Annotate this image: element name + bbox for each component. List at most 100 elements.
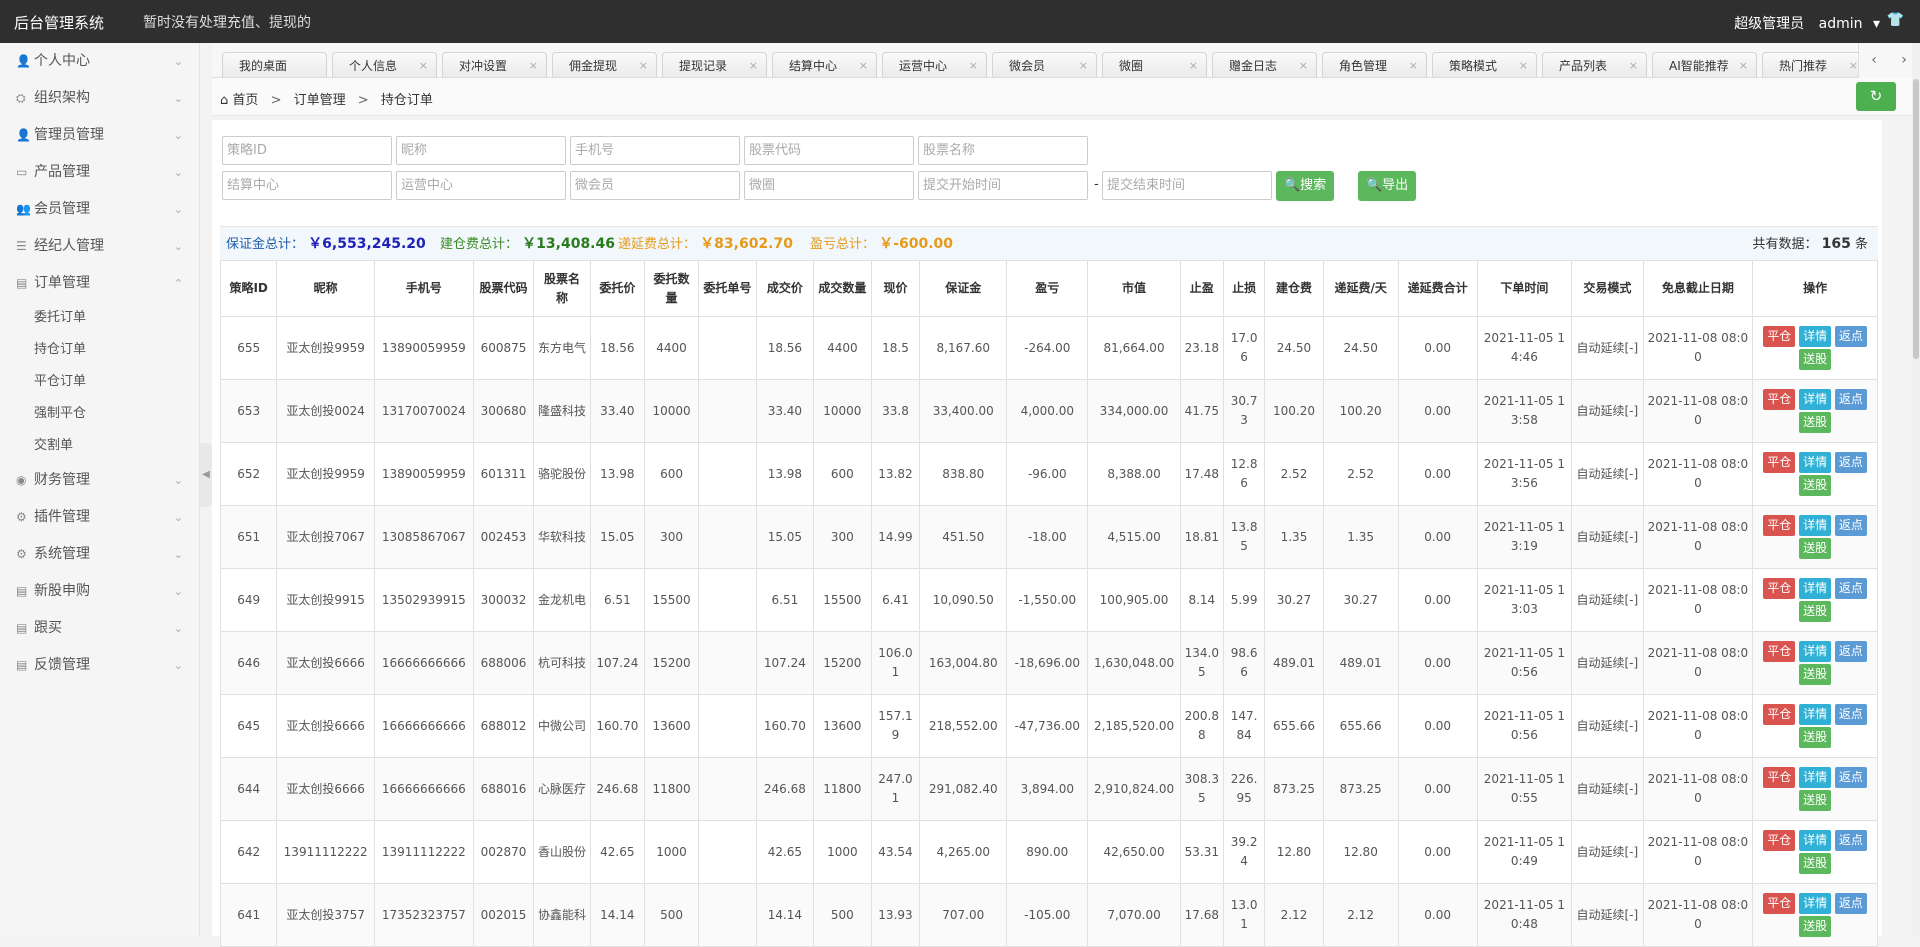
- sidebar-subitem[interactable]: 平仓订单: [0, 366, 199, 398]
- close-position-button[interactable]: 平仓: [1763, 767, 1796, 788]
- operation-center-input[interactable]: 运营中心: [396, 171, 566, 200]
- close-icon[interactable]: ×: [1629, 53, 1638, 77]
- gift-shares-button[interactable]: 送股: [1799, 664, 1832, 685]
- sidebar-item[interactable]: ▤ 反馈管理 ⌄: [0, 647, 199, 684]
- sidebar-item[interactable]: ▤ 订单管理 ⌃: [0, 265, 199, 302]
- sidebar-item[interactable]: ⚙ 插件管理 ⌄: [0, 499, 199, 536]
- tab-item[interactable]: 佣金提现 ×: [552, 52, 657, 77]
- tab-item[interactable]: AI智能推荐 ×: [1652, 52, 1757, 77]
- close-position-button[interactable]: 平仓: [1763, 452, 1796, 473]
- sidebar-item[interactable]: ▤ 新股申购 ⌄: [0, 573, 199, 610]
- gift-shares-button[interactable]: 送股: [1799, 916, 1832, 937]
- close-icon[interactable]: ×: [1079, 53, 1088, 77]
- close-icon[interactable]: ×: [859, 53, 868, 77]
- sidebar-subitem[interactable]: 强制平仓: [0, 398, 199, 430]
- rebate-button[interactable]: 返点: [1834, 893, 1867, 914]
- search-button[interactable]: 🔍搜索: [1276, 171, 1335, 201]
- tab-item[interactable]: 微圈 ×: [1102, 52, 1207, 77]
- phone-input[interactable]: 手机号: [570, 136, 740, 165]
- sidebar-item[interactable]: ⛭ 组织架构 ⌄: [0, 80, 199, 117]
- rebate-button[interactable]: 返点: [1834, 641, 1867, 662]
- tab-item[interactable]: 热门推荐 ×: [1762, 52, 1867, 77]
- gift-shares-button[interactable]: 送股: [1799, 601, 1832, 622]
- rebate-button[interactable]: 返点: [1834, 767, 1867, 788]
- close-icon[interactable]: ×: [1409, 53, 1418, 77]
- detail-button[interactable]: 详情: [1799, 326, 1832, 347]
- close-icon[interactable]: ×: [969, 53, 978, 77]
- close-icon[interactable]: ×: [639, 53, 648, 77]
- close-position-button[interactable]: 平仓: [1763, 893, 1796, 914]
- sidebar-item[interactable]: 👤 管理员管理 ⌄: [0, 117, 199, 154]
- tab-item[interactable]: 角色管理 ×: [1322, 52, 1427, 77]
- tab-item[interactable]: 对冲设置 ×: [442, 52, 547, 77]
- detail-button[interactable]: 详情: [1799, 389, 1832, 410]
- settlement-center-input[interactable]: 结算中心: [222, 171, 392, 200]
- page-scrollbar[interactable]: [1912, 43, 1920, 936]
- start-time-input[interactable]: 提交开始时间: [918, 171, 1088, 200]
- breadcrumb-home[interactable]: 首页: [232, 93, 258, 108]
- gift-shares-button[interactable]: 送股: [1799, 727, 1832, 748]
- scrollbar-thumb[interactable]: [1913, 79, 1919, 359]
- detail-button[interactable]: 详情: [1799, 704, 1832, 725]
- rebate-button[interactable]: 返点: [1834, 326, 1867, 347]
- close-icon[interactable]: ×: [1519, 53, 1528, 77]
- tab-prev-icon[interactable]: ‹: [1859, 43, 1889, 78]
- detail-button[interactable]: 详情: [1799, 767, 1832, 788]
- close-position-button[interactable]: 平仓: [1763, 515, 1796, 536]
- close-position-button[interactable]: 平仓: [1763, 830, 1796, 851]
- tab-item[interactable]: 我的桌面: [222, 52, 327, 77]
- export-button[interactable]: 🔍导出: [1358, 171, 1417, 201]
- close-position-button[interactable]: 平仓: [1763, 578, 1796, 599]
- rebate-button[interactable]: 返点: [1834, 578, 1867, 599]
- sidebar-item[interactable]: ◉ 财务管理 ⌄: [0, 462, 199, 499]
- close-icon[interactable]: ×: [529, 53, 538, 77]
- rebate-button[interactable]: 返点: [1834, 830, 1867, 851]
- strategy-id-input[interactable]: 策略ID: [222, 136, 392, 165]
- gift-shares-button[interactable]: 送股: [1799, 790, 1832, 811]
- tab-item[interactable]: 个人信息 ×: [332, 52, 437, 77]
- close-position-button[interactable]: 平仓: [1763, 641, 1796, 662]
- rebate-button[interactable]: 返点: [1834, 452, 1867, 473]
- rebate-button[interactable]: 返点: [1834, 515, 1867, 536]
- close-icon[interactable]: ×: [1189, 53, 1198, 77]
- detail-button[interactable]: 详情: [1799, 893, 1832, 914]
- tab-item[interactable]: 结算中心 ×: [772, 52, 877, 77]
- detail-button[interactable]: 详情: [1799, 830, 1832, 851]
- close-icon[interactable]: ×: [749, 53, 758, 77]
- sidebar-item[interactable]: ▭ 产品管理 ⌄: [0, 154, 199, 191]
- tab-item[interactable]: 产品列表 ×: [1542, 52, 1647, 77]
- tab-item[interactable]: 赠金日志 ×: [1212, 52, 1317, 77]
- gift-shares-button[interactable]: 送股: [1799, 853, 1832, 874]
- rebate-button[interactable]: 返点: [1834, 389, 1867, 410]
- detail-button[interactable]: 详情: [1799, 452, 1832, 473]
- sidebar-item[interactable]: ⚙ 系统管理 ⌄: [0, 536, 199, 573]
- detail-button[interactable]: 详情: [1799, 515, 1832, 536]
- micro-member-input[interactable]: 微会员: [570, 171, 740, 200]
- sidebar-subitem[interactable]: 持仓订单: [0, 334, 199, 366]
- sidebar-subitem[interactable]: 委托订单: [0, 302, 199, 334]
- rebate-button[interactable]: 返点: [1834, 704, 1867, 725]
- tab-item[interactable]: 运营中心 ×: [882, 52, 987, 77]
- breadcrumb-order-management[interactable]: 订单管理: [294, 93, 346, 108]
- gift-shares-button[interactable]: 送股: [1799, 475, 1832, 496]
- end-time-input[interactable]: 提交结束时间: [1102, 171, 1272, 200]
- detail-button[interactable]: 详情: [1799, 641, 1832, 662]
- close-icon[interactable]: ×: [1849, 53, 1858, 77]
- close-icon[interactable]: ×: [1299, 53, 1308, 77]
- gift-shares-button[interactable]: 送股: [1799, 412, 1832, 433]
- close-position-button[interactable]: 平仓: [1763, 326, 1796, 347]
- theme-icon[interactable]: 👕: [1887, 12, 1904, 28]
- sidebar-item[interactable]: 👤 个人中心 ⌄: [0, 43, 199, 80]
- sidebar-item[interactable]: ☰ 经纪人管理 ⌄: [0, 228, 199, 265]
- gift-shares-button[interactable]: 送股: [1799, 538, 1832, 559]
- stock-code-input[interactable]: 股票代码: [744, 136, 914, 165]
- tab-item[interactable]: 策略模式 ×: [1432, 52, 1537, 77]
- detail-button[interactable]: 详情: [1799, 578, 1832, 599]
- close-position-button[interactable]: 平仓: [1763, 389, 1796, 410]
- gift-shares-button[interactable]: 送股: [1799, 349, 1832, 370]
- tab-item[interactable]: 提现记录 ×: [662, 52, 767, 77]
- close-position-button[interactable]: 平仓: [1763, 704, 1796, 725]
- micro-circle-input[interactable]: 微圈: [744, 171, 914, 200]
- tab-item[interactable]: 微会员 ×: [992, 52, 1097, 77]
- user-menu[interactable]: 超级管理员 admin ▾: [1734, 13, 1880, 33]
